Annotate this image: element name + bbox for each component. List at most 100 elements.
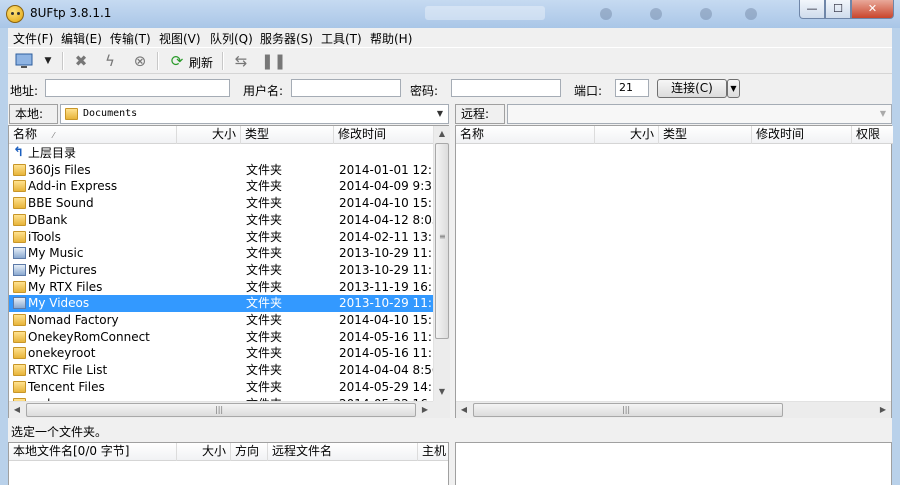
local-vertical-scrollbar[interactable]: ▲ ≡ ▼ xyxy=(433,126,450,401)
delete-icon[interactable]: ✖ xyxy=(71,52,91,70)
transfer-icon[interactable]: ⇆ xyxy=(231,52,251,70)
scroll-left-icon[interactable]: ◀ xyxy=(9,402,25,418)
remote-path-combo[interactable]: ▼ xyxy=(507,104,892,124)
parent-directory-icon: ↰ xyxy=(13,145,24,160)
connect-dropdown-icon[interactable]: ▼ xyxy=(727,79,740,98)
chevron-down-icon[interactable]: ▼ xyxy=(432,105,448,123)
log-panel[interactable] xyxy=(455,442,892,485)
file-name: RTXC File List xyxy=(28,363,108,378)
column-header-remote-filename[interactable]: 远程文件名 xyxy=(268,443,418,461)
username-input[interactable] xyxy=(291,79,401,97)
blurred-background-icon xyxy=(700,8,712,20)
column-header-size[interactable]: 大小 xyxy=(595,126,659,144)
scroll-thumb[interactable]: ≡ xyxy=(435,143,449,339)
file-modified: 2013-11-19 16:... xyxy=(339,279,434,294)
table-row[interactable]: iTools 文件夹 2014-02-11 13:... xyxy=(9,229,434,246)
scroll-up-icon[interactable]: ▲ xyxy=(434,126,450,142)
scroll-right-icon[interactable]: ▶ xyxy=(875,402,891,418)
menu-queue[interactable]: 队列(Q) xyxy=(210,30,253,47)
file-name: DBank xyxy=(28,212,68,227)
monitor-icon[interactable] xyxy=(14,52,34,70)
address-input[interactable] xyxy=(45,79,230,97)
lightning-icon[interactable]: ϟ xyxy=(100,52,120,70)
menu-server[interactable]: 服务器(S) xyxy=(260,30,313,47)
column-header-name[interactable]: 名称 ⁄ xyxy=(9,126,177,144)
dropdown-arrow-icon[interactable]: ▼ xyxy=(42,52,54,70)
chevron-down-icon[interactable]: ▼ xyxy=(875,105,891,123)
port-input[interactable]: 21 xyxy=(615,79,649,97)
scroll-down-icon[interactable]: ▼ xyxy=(434,384,450,400)
table-row[interactable]: Tencent Files 文件夹 2014-05-29 14:... xyxy=(9,379,434,396)
refresh-button[interactable]: 刷新 xyxy=(189,54,213,71)
special-folder-icon xyxy=(13,247,26,260)
table-row[interactable]: ↰ 上层目录 xyxy=(9,145,434,162)
port-label: 端口: xyxy=(574,84,603,98)
transfer-queue[interactable]: 本地文件名[0/0 字节] 大小 方向 远程文件名 主机 xyxy=(8,442,449,485)
remote-path-label: 远程: xyxy=(455,104,505,124)
scroll-thumb[interactable]: ||| xyxy=(26,403,416,417)
menu-transfer[interactable]: 传输(T) xyxy=(110,30,151,47)
column-header-permissions[interactable]: 权限 xyxy=(852,126,893,144)
table-row[interactable]: My Music 文件夹 2013-10-29 11:... xyxy=(9,245,434,262)
file-type: 文件夹 xyxy=(246,262,283,277)
blurred-background-search xyxy=(425,6,545,20)
file-modified: 2014-02-11 13:... xyxy=(339,229,434,244)
column-header-direction[interactable]: 方向 xyxy=(231,443,268,461)
column-header-local-filename[interactable]: 本地文件名[0/0 字节] xyxy=(9,443,177,461)
column-header-modified[interactable]: 修改时间 xyxy=(752,126,852,144)
file-type: 文件夹 xyxy=(246,313,283,327)
table-row[interactable]: Add-in Express 文件夹 2014-04-09 9:31 xyxy=(9,178,434,195)
column-header-type[interactable]: 类型 xyxy=(659,126,752,144)
table-row[interactable]: Nomad Factory 文件夹 2014-04-10 15:... xyxy=(9,312,434,329)
column-header-size[interactable]: 大小 xyxy=(177,126,241,144)
file-type: 文件夹 xyxy=(246,363,283,378)
menu-help[interactable]: 帮助(H) xyxy=(370,30,412,47)
column-header-size[interactable]: 大小 xyxy=(177,443,231,461)
scroll-thumb[interactable]: ||| xyxy=(473,403,783,417)
menu-tools[interactable]: 工具(T) xyxy=(321,30,362,47)
remote-horizontal-scrollbar[interactable]: ◀ ||| ▶ xyxy=(456,401,891,418)
remote-file-list[interactable]: 名称 大小 类型 修改时间 权限 ◀ ||| ▶ xyxy=(455,125,893,418)
column-header-modified[interactable]: 修改时间 xyxy=(334,126,434,144)
table-row[interactable]: OnekeyRomConnect 文件夹 2014-05-16 11:... xyxy=(9,329,434,346)
stop-icon[interactable]: ⊗ xyxy=(130,52,150,70)
menu-file[interactable]: 文件(F) xyxy=(13,30,53,47)
table-row[interactable]: My RTX Files 文件夹 2013-11-19 16:... xyxy=(9,279,434,296)
password-label: 密码: xyxy=(410,84,439,98)
column-header-name[interactable]: 名称 xyxy=(456,126,595,144)
remote-path-bar: 远程: ▼ xyxy=(455,104,892,124)
column-header-host[interactable]: 主机 xyxy=(418,443,448,461)
table-row[interactable]: My Videos 文件夹 2013-10-29 11:... xyxy=(9,295,434,313)
local-path-bar: 本地: Documents ▼ xyxy=(8,104,449,124)
maximize-button[interactable]: ☐ xyxy=(825,0,851,19)
close-button[interactable]: ✕ xyxy=(851,0,894,19)
table-row[interactable]: onekeyroot 文件夹 2014-05-16 11:... xyxy=(9,345,434,362)
table-row[interactable]: BBE Sound 文件夹 2014-04-10 15:... xyxy=(9,195,434,212)
local-file-list[interactable]: 名称 ⁄ 大小 类型 修改时间 ↰ 上层目录 360js Files 文件夹 2014-… xyxy=(8,125,450,418)
pause-icon[interactable]: ❚❚ xyxy=(261,52,286,70)
local-horizontal-scrollbar[interactable]: ◀ ||| ▶ xyxy=(9,401,433,418)
local-path-combo[interactable]: Documents ▼ xyxy=(60,104,449,124)
refresh-icon[interactable]: ⟳ xyxy=(167,52,187,70)
table-row[interactable]: 360js Files 文件夹 2014-01-01 12:... xyxy=(9,162,434,179)
folder-icon xyxy=(13,280,26,293)
file-modified: 2013-10-29 11:... xyxy=(339,296,434,311)
file-name: My RTX Files xyxy=(28,279,103,294)
file-type: 文件夹 xyxy=(246,346,283,361)
file-name: My Pictures xyxy=(28,262,97,277)
column-header-type[interactable]: 类型 xyxy=(241,126,334,144)
table-row[interactable]: My Pictures 文件夹 2013-10-29 11:... xyxy=(9,262,434,279)
scroll-left-icon[interactable]: ◀ xyxy=(456,402,472,418)
connect-button[interactable]: 连接(C) xyxy=(657,79,727,98)
scroll-right-icon[interactable]: ▶ xyxy=(417,402,433,418)
minimize-button[interactable]: — xyxy=(799,0,825,19)
password-input[interactable] xyxy=(451,79,561,97)
folder-icon xyxy=(13,213,26,226)
file-name: BBE Sound xyxy=(28,196,94,211)
menu-edit[interactable]: 编辑(E) xyxy=(61,30,102,47)
table-row[interactable]: RTXC File List 文件夹 2014-04-04 8:56 xyxy=(9,362,434,379)
blurred-background-icon xyxy=(650,8,662,20)
file-modified: 2014-04-12 8:03 xyxy=(339,212,434,227)
menu-view[interactable]: 视图(V) xyxy=(159,30,201,47)
table-row[interactable]: DBank 文件夹 2014-04-12 8:03 xyxy=(9,212,434,229)
